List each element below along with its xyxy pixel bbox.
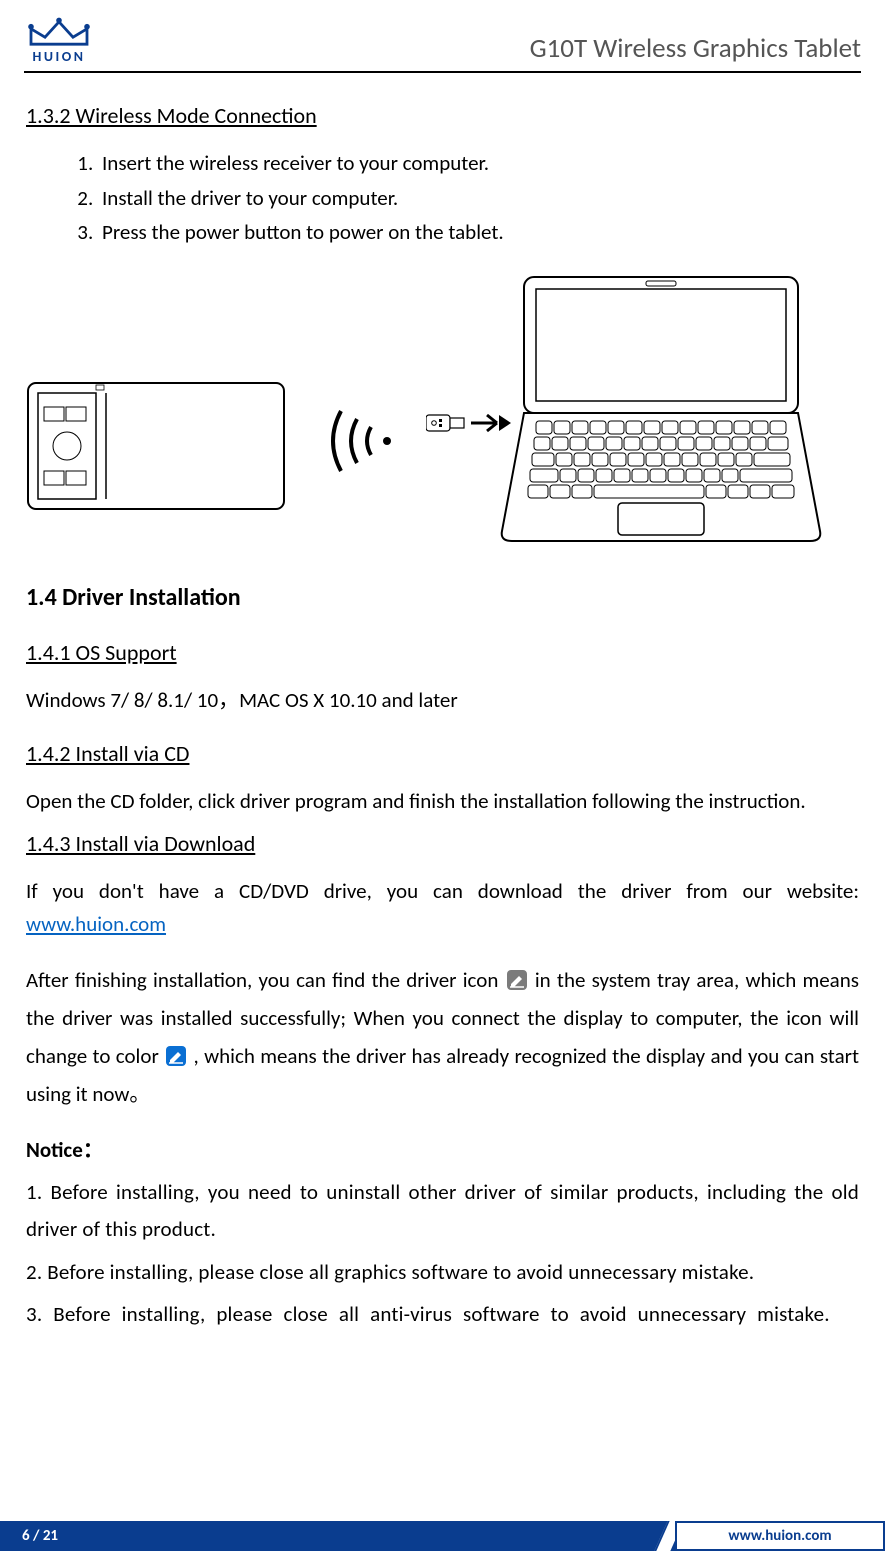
install-download-text: If you don't have a CD/DVD drive, you ca… [26, 875, 859, 940]
post-install-paragraph: After finishing installation, you can fi… [26, 962, 859, 1113]
page-content: 1.3.2 Wireless Mode Connection Insert th… [24, 99, 861, 1333]
laptop-icon [496, 271, 826, 551]
brand-logo: HUION [24, 16, 94, 65]
notice-item-2: 2. Before installing, please close all g… [26, 1254, 859, 1291]
step-item: Install the driver to your computer. [98, 182, 859, 215]
website-link[interactable]: www.huion.com [26, 911, 166, 937]
wireless-diagram [26, 271, 859, 551]
heading-143: 1.4.3 Install via Download [26, 827, 859, 861]
page-footer: 6 / 21 www.huion.com [0, 1521, 885, 1551]
tray-icon-grey [507, 970, 527, 990]
heading-132: 1.3.2 Wireless Mode Connection [26, 99, 859, 133]
doc-title: G10T Wireless Graphics Tablet [530, 32, 861, 65]
page-number: 6 / 21 [0, 1521, 80, 1551]
install-cd-text: Open the CD folder, click driver program… [26, 785, 859, 818]
os-support-text: Windows 7/ 8/ 8.1/ 10，MAC OS X 10.10 and… [26, 684, 859, 717]
brand-text: HUION [33, 48, 86, 65]
footer-url: www.huion.com [675, 1521, 885, 1551]
heading-141: 1.4.1 OS Support [26, 636, 859, 670]
page-header: HUION G10T Wireless Graphics Tablet [24, 16, 861, 73]
download-text-before: If you don't have a CD/DVD drive, you ca… [26, 878, 859, 904]
step-item: Insert the wireless receiver to your com… [98, 147, 859, 180]
wireless-signal-icon [311, 401, 411, 481]
notice-item-1: 1. Before installing, you need to uninst… [26, 1174, 859, 1248]
step-item: Press the power button to power on the t… [98, 216, 859, 249]
post-install-t1: After finishing installation, you can fi… [26, 967, 505, 993]
tray-icon-blue [166, 1046, 186, 1066]
crown-icon [24, 16, 94, 50]
steps-list: Insert the wireless receiver to your com… [26, 147, 859, 249]
usb-receiver-icon [426, 411, 466, 435]
notice-heading: Notice： [26, 1134, 859, 1167]
heading-14: 1.4 Driver Installation [26, 579, 859, 616]
heading-142: 1.4.2 Install via CD [26, 737, 859, 771]
notice-item-3: 3. Before installing, please close all a… [26, 1296, 859, 1333]
tablet-icon [26, 381, 286, 511]
